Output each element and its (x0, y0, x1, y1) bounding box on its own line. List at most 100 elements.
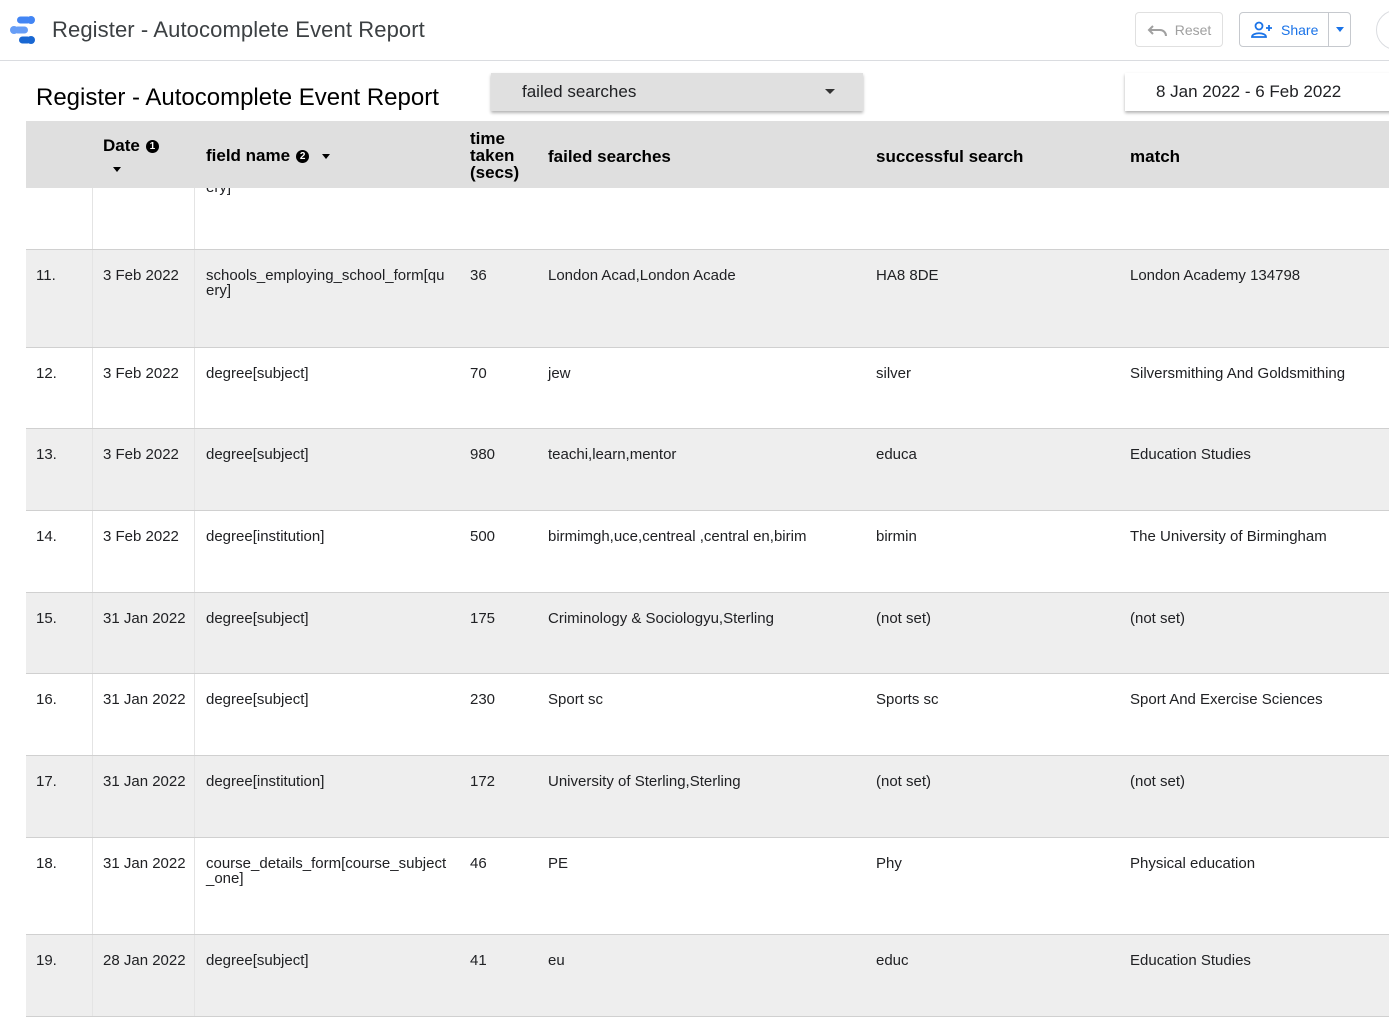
cell-failed-searches: jew (548, 365, 571, 382)
share-options-dropdown[interactable] (1328, 13, 1350, 46)
report-title: Register - Autocomplete Event Report (36, 84, 439, 111)
cell-field-name: schools_employing_school_form[query] (206, 267, 445, 299)
cell-date: 3 Feb 2022 (103, 528, 179, 545)
date-range-value: 8 Jan 2022 - 6 Feb 2022 (1156, 82, 1342, 101)
data-table: Date 1 field name 2 time taken (secs) fail… (26, 121, 1389, 1017)
table-row[interactable]: 17. 31 Jan 2022 degree[institution] 172 … (26, 756, 1389, 838)
cell-successful-search: birmin (876, 528, 917, 545)
sort-descending-icon (113, 167, 121, 172)
cell-time-taken: 70 (470, 365, 487, 382)
cell-successful-search: Sports sc (876, 691, 939, 708)
table-header: Date 1 field name 2 time taken (secs) fail… (26, 121, 1389, 188)
cell-failed-searches: PE (548, 855, 569, 872)
cell-failed-searches: eu (548, 952, 565, 969)
share-button-group: Share (1239, 12, 1351, 47)
cell-match: Silversmithing And Goldsmithing (1130, 365, 1346, 382)
header-time-taken[interactable]: time taken (secs) (470, 130, 519, 181)
metric-filter-select[interactable]: failed searches (491, 73, 863, 111)
caret-down-icon (1335, 27, 1344, 32)
caret-down-icon (825, 89, 835, 94)
cell-date: 31 Jan 2022 (103, 855, 186, 872)
header-time-line: (secs) (470, 163, 520, 182)
cell-failed-searches: Sport sc (548, 691, 604, 708)
cell-date: 28 Jan 2022 (103, 952, 186, 969)
cell-successful-search: silver (876, 365, 912, 382)
table-row[interactable]: 12. 3 Feb 2022 degree[subject] 70 jew si… (26, 348, 1389, 429)
cell-field-name: degree[subject] (206, 610, 309, 627)
cell-index: 12. (36, 365, 57, 382)
cell-failed-searches: University of Sterling,Sterling (548, 773, 741, 790)
cell-date: 3 Feb 2022 (103, 267, 179, 284)
cell-index: 13. (36, 446, 57, 463)
header-field-label: field name (206, 146, 291, 165)
cell-time-taken: 175 (470, 610, 496, 627)
cell-field-name: degree[subject] (206, 952, 309, 969)
share-label: Share (1281, 21, 1319, 38)
cell-match: Sport And Exercise Sciences (1130, 691, 1323, 708)
cell-match: (not set) (1130, 773, 1186, 790)
cell-date: 3 Feb 2022 (103, 446, 179, 463)
table-row[interactable]: 14. 3 Feb 2022 degree[institution] 500 b… (26, 511, 1389, 593)
cell-field-name: course_details_form[course_subject_one] (206, 855, 447, 887)
cell-field-name: degree[institution] (206, 773, 325, 790)
cell-time-taken: 46 (470, 855, 487, 872)
cell-time-taken: 230 (470, 691, 496, 708)
header-time-line: taken (470, 146, 515, 165)
undo-icon (1147, 24, 1167, 36)
cell-date: 31 Jan 2022 (103, 773, 186, 790)
cell-successful-search: educ (876, 952, 909, 969)
cell-match: Physical education (1130, 855, 1256, 872)
cell-time-taken: 980 (470, 446, 496, 463)
account-avatar[interactable] (1376, 10, 1389, 50)
table-row[interactable]: 13. 3 Feb 2022 degree[subject] 980 teach… (26, 429, 1389, 511)
cell-successful-search: HA8 8DE (876, 267, 939, 284)
header-successful-search[interactable]: successful search (876, 147, 1023, 167)
app-bar: Register - Autocomplete Event Report Res… (0, 0, 1389, 61)
table-row[interactable]: 15. 31 Jan 2022 degree[subject] 175 Crim… (26, 593, 1389, 674)
header-failed-searches[interactable]: failed searches (548, 147, 671, 167)
cell-time-taken: 172 (470, 773, 496, 790)
cell-field-name: degree[subject] (206, 365, 309, 382)
cell-failed-searches: teachi,learn,mentor (548, 446, 677, 463)
table-row[interactable]: 16. 31 Jan 2022 degree[subject] 230 Spor… (26, 674, 1389, 756)
table-row[interactable]: 11. 3 Feb 2022 schools_employing_school_… (26, 250, 1389, 348)
cell-date: 31 Jan 2022 (103, 691, 186, 708)
reset-button[interactable]: Reset (1135, 12, 1223, 47)
info-icon[interactable]: 1 (145, 140, 159, 154)
cell-successful-search: (not set) (876, 610, 932, 627)
info-icon[interactable]: 2 (296, 150, 310, 164)
cell-field-name: degree[subject] (206, 691, 309, 708)
cell-match: London Academy 134798 (1130, 267, 1301, 284)
cell-time-taken: 36 (470, 267, 487, 284)
sort-dropdown-icon[interactable] (321, 154, 330, 160)
cell-index: 14. (36, 528, 57, 545)
cell-date: 3 Feb 2022 (103, 365, 179, 382)
cell-time-taken: 500 (470, 528, 496, 545)
reset-label: Reset (1174, 21, 1212, 38)
header-match[interactable]: match (1130, 147, 1180, 167)
cell-match: Education Studies (1130, 446, 1251, 463)
date-range-picker[interactable]: 8 Jan 2022 - 6 Feb 2022 (1125, 73, 1389, 111)
cell-time-taken: 41 (470, 952, 487, 969)
cell-match: (not set) (1130, 610, 1186, 627)
cell-index: 19. (36, 952, 57, 969)
cell-date: 31 Jan 2022 (103, 610, 186, 627)
table-row[interactable]: 18. 31 Jan 2022 course_details_form[cour… (26, 838, 1389, 935)
table-row[interactable]: 19. 28 Jan 2022 degree[subject] 41 eu ed… (26, 935, 1389, 1017)
header-field-name[interactable]: field name 2 (206, 146, 330, 166)
cell-index: 16. (36, 691, 57, 708)
cell-index: 11. (36, 267, 56, 284)
cell-index: 15. (36, 610, 57, 627)
filter-selected-value: failed searches (522, 82, 637, 101)
header-time-line: time (470, 129, 505, 148)
app-title: Register - Autocomplete Event Report (52, 17, 425, 42)
cell-match: Education Studies (1130, 952, 1251, 969)
looker-studio-logo-icon[interactable] (9, 15, 41, 45)
cell-successful-search: (not set) (876, 773, 932, 790)
cell-field-name: degree[subject] (206, 446, 309, 463)
share-button[interactable]: Share (1240, 13, 1328, 46)
cell-failed-searches: birmimgh,uce,centreal ,central en,birim (548, 528, 807, 545)
header-date[interactable]: Date 1 (103, 136, 159, 177)
header-date-label: Date (103, 136, 140, 155)
cell-match: The University of Birmingham (1130, 528, 1327, 545)
